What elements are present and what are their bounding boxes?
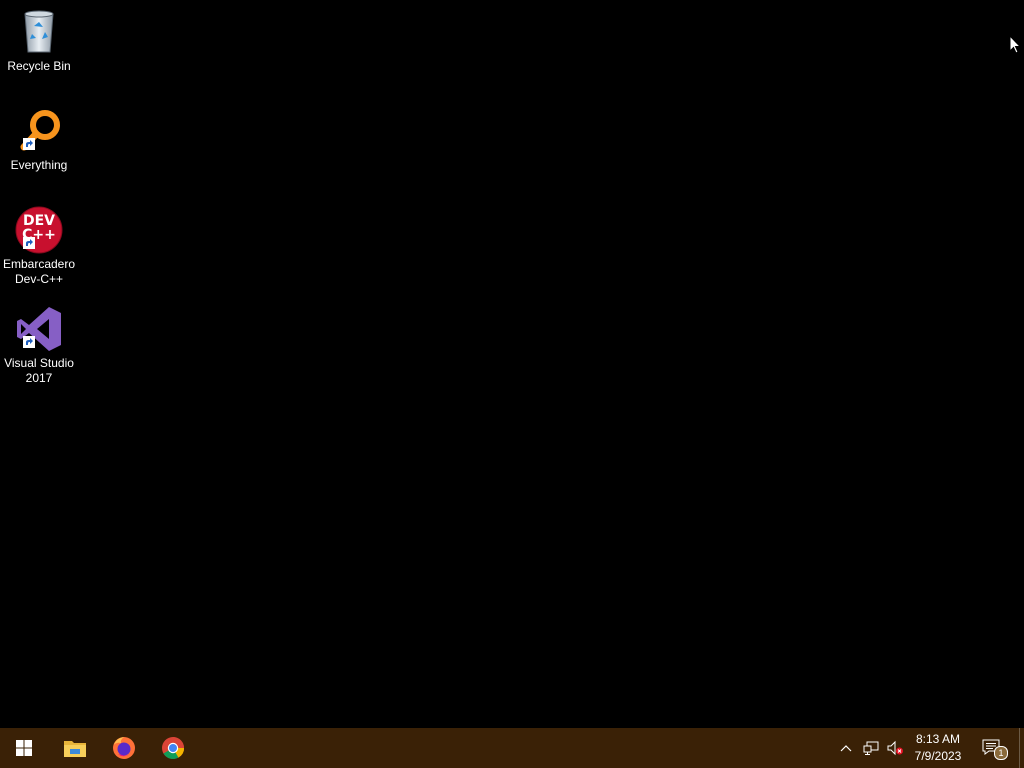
- network-icon: [863, 741, 879, 755]
- mouse-cursor-icon: [1009, 35, 1021, 54]
- firefox-icon: [113, 737, 135, 759]
- desktop-icon-label: Visual Studio 2017: [4, 356, 74, 385]
- desktop[interactable]: Recycle Bin Everything DEV C++ Embarcade…: [0, 0, 1024, 728]
- desktop-icon-everything[interactable]: Everything: [2, 107, 76, 173]
- network-tray-button[interactable]: [860, 728, 882, 768]
- desktop-icon-label: Everything: [10, 158, 68, 172]
- desktop-icon-label: Embarcadero Dev-C++: [2, 257, 76, 286]
- action-center-button[interactable]: 1: [978, 728, 1008, 768]
- taskbar: 8:13 AM 7/9/2023 1: [0, 728, 1024, 768]
- clock-time: 8:13 AM: [915, 732, 961, 746]
- volume-tray-button[interactable]: [884, 728, 906, 768]
- chevron-up-icon: [840, 745, 852, 752]
- shortcut-arrow-icon: [23, 138, 35, 150]
- taskbar-file-explorer[interactable]: [51, 728, 99, 768]
- clock-button[interactable]: 8:13 AM 7/9/2023: [906, 728, 970, 768]
- devcpp-icon: DEV C++: [15, 206, 63, 254]
- recycle-bin-icon: [15, 8, 63, 56]
- shortcut-arrow-icon: [23, 237, 35, 249]
- show-hidden-icons-button[interactable]: [836, 728, 856, 768]
- notification-count-badge: 1: [994, 746, 1008, 760]
- desktop-icon-recycle-bin[interactable]: Recycle Bin: [2, 8, 76, 74]
- windows-logo-icon: [16, 740, 32, 756]
- desktop-icon-visual-studio[interactable]: Visual Studio 2017: [2, 305, 76, 386]
- start-button[interactable]: [0, 728, 48, 768]
- shortcut-arrow-icon: [23, 336, 35, 348]
- desktop-icon-label: Recycle Bin: [7, 59, 71, 73]
- visual-studio-icon: [15, 305, 63, 353]
- taskbar-chrome[interactable]: [149, 728, 197, 768]
- chrome-icon: [162, 737, 184, 759]
- everything-search-icon: [15, 107, 63, 155]
- volume-muted-icon: [887, 740, 903, 756]
- desktop-icon-devcpp[interactable]: DEV C++ Embarcadero Dev-C++: [2, 206, 76, 287]
- taskbar-firefox[interactable]: [100, 728, 148, 768]
- clock-date: 7/9/2023: [914, 749, 962, 763]
- folder-icon: [64, 741, 86, 757]
- show-desktop-button[interactable]: [1019, 728, 1024, 768]
